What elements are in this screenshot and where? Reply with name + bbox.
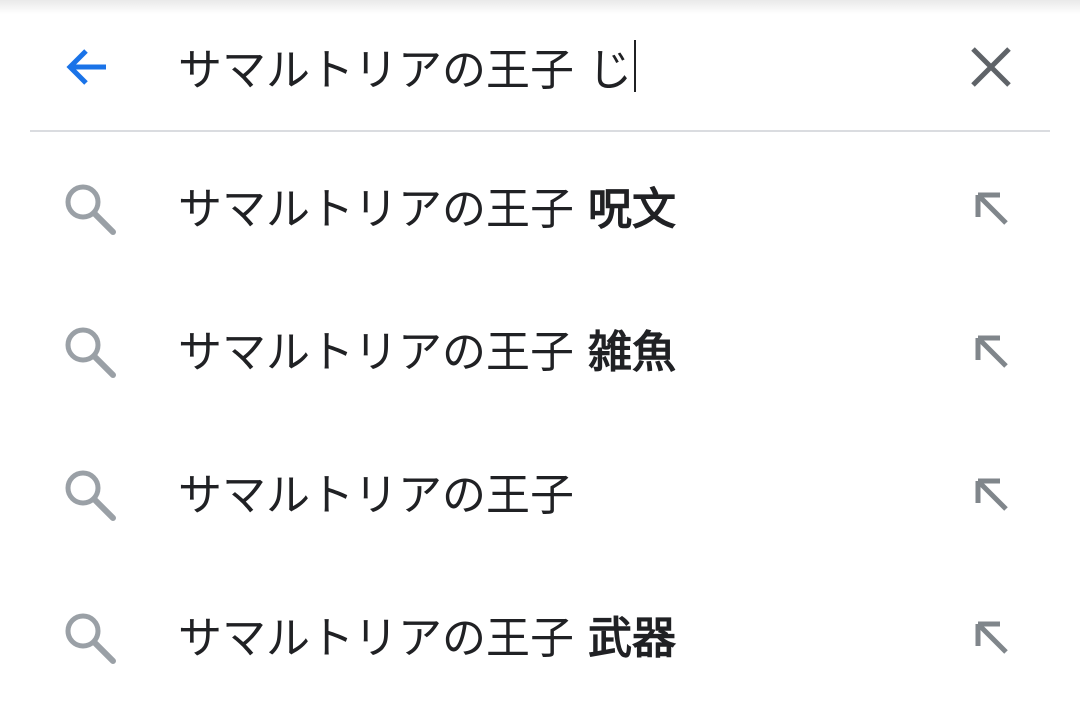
- search-bar: サマルトリアの王子 じ: [0, 0, 1080, 132]
- suggestion-item[interactable]: サマルトリアの王子 呪文: [0, 133, 1080, 276]
- clear-button[interactable]: [962, 38, 1020, 96]
- suggestion-completion: 呪文: [588, 184, 676, 235]
- arrow-up-left-icon: [975, 192, 1008, 225]
- search-icon: [65, 470, 116, 521]
- suggestion-text: サマルトリアの王子 武器: [178, 602, 676, 666]
- suggestion-item[interactable]: サマルトリアの王子 武器: [0, 562, 1080, 705]
- search-query-text: サマルトリアの王子 じ: [178, 45, 632, 96]
- suggestion-item[interactable]: サマルトリアの王子 雑魚: [0, 276, 1080, 419]
- close-icon: [971, 47, 1011, 87]
- suggestion-completion: 雑魚: [588, 327, 676, 378]
- search-icon: [65, 327, 116, 378]
- arrow-up-left-icon: [975, 478, 1008, 511]
- suggestion-completion: 武器: [588, 613, 676, 664]
- fill-query-button[interactable]: [962, 465, 1020, 523]
- suggestion-prefix: サマルトリアの王子: [178, 470, 574, 521]
- search-icon: [65, 613, 116, 664]
- divider: [30, 130, 1050, 132]
- suggestion-list: サマルトリアの王子 呪文 サマルトリアの王子 雑魚 サマルトリアの王子 サマルト…: [0, 133, 1080, 705]
- search-input[interactable]: サマルトリアの王子 じ: [178, 30, 636, 102]
- search-icon: [65, 184, 116, 235]
- suggestion-prefix: サマルトリアの王子: [178, 613, 588, 664]
- suggestion-prefix: サマルトリアの王子: [178, 327, 588, 378]
- suggestion-text: サマルトリアの王子: [178, 459, 574, 523]
- suggestion-text: サマルトリアの王子 雑魚: [178, 316, 676, 380]
- text-caret: [634, 40, 636, 92]
- arrow-back-icon: [66, 49, 106, 85]
- arrow-up-left-icon: [975, 335, 1008, 368]
- back-button[interactable]: [58, 38, 116, 96]
- fill-query-button[interactable]: [962, 179, 1020, 237]
- arrow-up-left-icon: [975, 621, 1008, 654]
- fill-query-button[interactable]: [962, 608, 1020, 666]
- suggestion-text: サマルトリアの王子 呪文: [178, 173, 676, 237]
- suggestion-prefix: サマルトリアの王子: [178, 184, 588, 235]
- suggestion-item[interactable]: サマルトリアの王子: [0, 419, 1080, 562]
- fill-query-button[interactable]: [962, 322, 1020, 380]
